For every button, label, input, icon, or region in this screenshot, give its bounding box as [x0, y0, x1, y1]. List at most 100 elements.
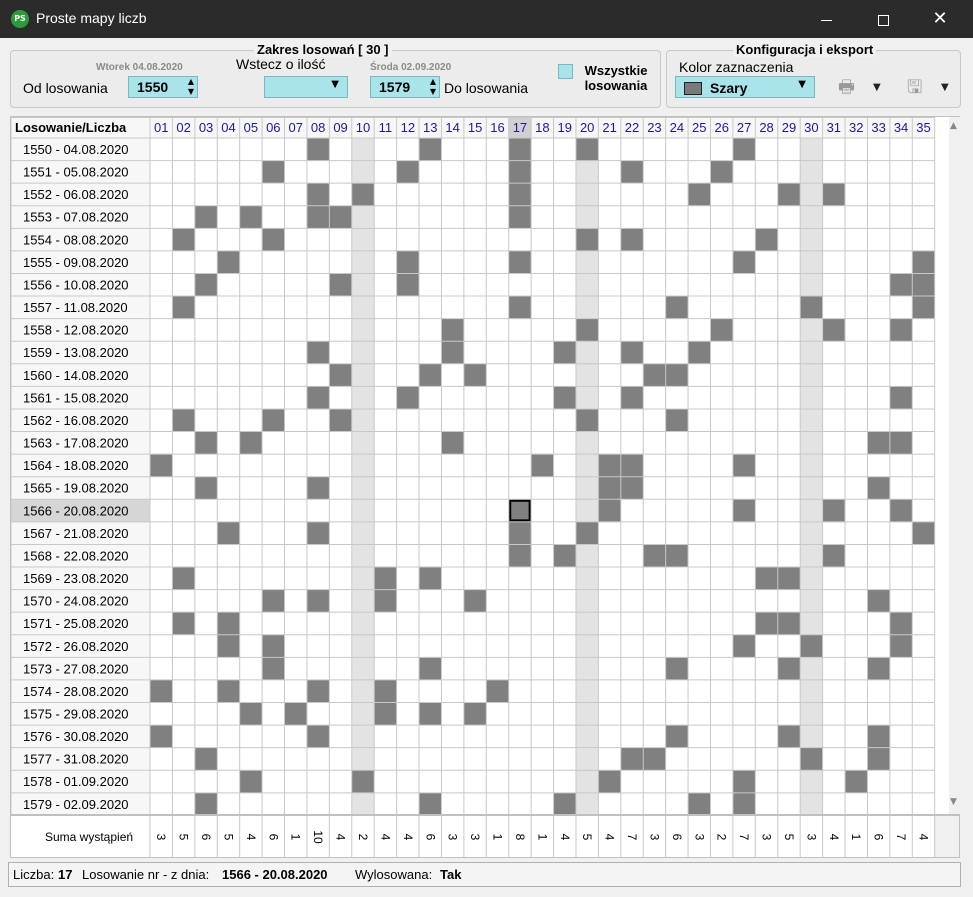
marked-cell[interactable] — [306, 476, 330, 500]
spinner-arrows-icon[interactable]: ▲ ▼ — [430, 77, 436, 97]
marked-cell[interactable] — [194, 747, 218, 771]
marked-cell[interactable] — [643, 544, 666, 568]
marked-cell[interactable] — [643, 747, 666, 771]
marked-cell[interactable] — [531, 454, 554, 477]
marked-cell[interactable] — [575, 138, 599, 161]
numbers-grid[interactable]: Losowanie/Liczba 01 02 03 04 05 06 07 08 09 10 11 12… — [10, 116, 960, 816]
column-header-35[interactable]: 35 — [916, 120, 930, 135]
row-label[interactable]: 1550 - 04.08.2020 — [23, 142, 129, 157]
marked-cell[interactable] — [755, 228, 778, 251]
column-header-11[interactable]: 11 — [379, 120, 393, 135]
marked-cell[interactable] — [665, 363, 689, 387]
marked-cell[interactable] — [845, 770, 868, 793]
marked-cell[interactable] — [306, 341, 330, 364]
marked-cell[interactable] — [194, 476, 218, 500]
marked-cell[interactable] — [867, 657, 890, 680]
marked-cell[interactable] — [755, 612, 778, 635]
marked-cell[interactable] — [665, 408, 689, 432]
print-menu-arrow-icon[interactable]: ▼ — [873, 82, 881, 93]
column-header-27[interactable]: 27 — [737, 120, 751, 135]
column-header-14[interactable]: 14 — [445, 120, 459, 135]
marked-cell[interactable] — [800, 296, 823, 319]
marked-cell[interactable] — [620, 747, 644, 771]
row-label[interactable]: 1557 - 11.08.2020 — [23, 300, 128, 315]
row-label[interactable]: 1560 - 14.08.2020 — [23, 368, 129, 383]
print-button[interactable]: 🖶 — [838, 75, 855, 105]
marked-cell[interactable] — [575, 521, 599, 545]
marked-cell[interactable] — [239, 702, 263, 726]
column-header-22[interactable]: 22 — [625, 120, 639, 135]
marked-cell[interactable] — [306, 205, 330, 229]
marked-cell[interactable] — [351, 183, 375, 206]
column-header-32[interactable]: 32 — [849, 120, 863, 135]
marked-cell[interactable] — [419, 363, 442, 387]
row-label[interactable]: 1556 - 10.08.2020 — [23, 277, 129, 292]
row-label[interactable]: 1554 - 08.08.2020 — [23, 232, 129, 247]
row-label[interactable]: 1562 - 16.08.2020 — [23, 413, 129, 428]
column-header-33[interactable]: 33 — [871, 120, 885, 135]
marked-cell[interactable] — [150, 679, 173, 703]
marked-cell[interactable] — [306, 521, 330, 545]
row-label[interactable]: 1552 - 06.08.2020 — [23, 187, 129, 202]
row-label[interactable]: 1576 - 30.08.2020 — [23, 729, 129, 744]
column-header-28[interactable]: 28 — [759, 120, 773, 135]
row-label[interactable]: 1567 - 21.08.2020 — [23, 526, 129, 541]
marked-cell[interactable] — [889, 386, 913, 409]
marked-cell[interactable] — [374, 589, 397, 613]
row-label[interactable]: 1553 - 07.08.2020 — [23, 210, 129, 225]
marked-cell[interactable] — [710, 160, 733, 184]
marked-cell[interactable] — [217, 634, 240, 658]
column-header-10[interactable]: 10 — [356, 120, 370, 135]
marked-cell[interactable] — [396, 273, 420, 297]
column-header-23[interactable]: 23 — [647, 120, 661, 135]
marked-cell[interactable] — [284, 702, 307, 726]
marked-cell[interactable] — [262, 589, 285, 613]
row-label[interactable]: 1570 - 24.08.2020 — [23, 594, 129, 609]
marked-cell[interactable] — [194, 273, 218, 297]
column-header-08[interactable]: 08 — [311, 120, 325, 135]
marked-cell[interactable] — [419, 792, 442, 816]
row-label[interactable]: 1563 - 17.08.2020 — [23, 436, 129, 451]
marked-cell[interactable] — [777, 612, 801, 635]
marked-cell[interactable] — [441, 341, 464, 364]
row-label[interactable]: 1577 - 31.08.2020 — [23, 752, 129, 767]
marked-cell[interactable] — [508, 160, 532, 184]
marked-cell[interactable] — [912, 273, 935, 297]
column-header-03[interactable]: 03 — [199, 120, 213, 135]
marked-cell[interactable] — [396, 250, 420, 274]
marked-cell[interactable] — [374, 702, 397, 726]
marked-cell[interactable] — [419, 138, 442, 161]
from-draw-spinner[interactable]: 1550 ▲ ▼ — [128, 76, 198, 98]
marked-cell[interactable] — [575, 228, 599, 251]
row-label[interactable]: 1561 - 15.08.2020 — [23, 390, 129, 405]
row-label[interactable]: 1569 - 23.08.2020 — [23, 571, 129, 586]
column-header-13[interactable]: 13 — [423, 120, 437, 135]
column-header-18[interactable]: 18 — [535, 120, 549, 135]
marked-cell[interactable] — [598, 499, 621, 522]
row-label[interactable]: 1578 - 01.09.2020 — [23, 774, 129, 789]
marked-cell[interactable] — [262, 408, 285, 432]
row-label[interactable]: 1565 - 19.08.2020 — [23, 481, 129, 496]
row-label[interactable]: 1559 - 13.08.2020 — [23, 345, 129, 360]
marked-cell[interactable] — [262, 634, 285, 658]
marked-cell[interactable] — [620, 160, 644, 184]
marked-cell[interactable] — [777, 183, 801, 206]
marked-cell[interactable] — [194, 792, 218, 816]
marked-cell[interactable] — [800, 634, 823, 658]
marked-cell[interactable] — [732, 792, 756, 816]
row-label[interactable]: 1575 - 29.08.2020 — [23, 707, 129, 722]
marked-cell[interactable] — [150, 725, 173, 748]
spinner-arrows-icon[interactable]: ▲ ▼ — [188, 77, 194, 97]
marked-cell[interactable] — [867, 431, 890, 455]
column-header-26[interactable]: 26 — [714, 120, 728, 135]
row-label[interactable]: 1568 - 22.08.2020 — [23, 548, 129, 563]
marked-cell[interactable] — [755, 567, 778, 590]
row-label[interactable]: 1573 - 27.08.2020 — [23, 661, 129, 676]
marked-cell[interactable] — [306, 679, 330, 703]
marked-cell[interactable] — [553, 341, 576, 364]
marked-cell[interactable] — [172, 296, 195, 319]
column-header-05[interactable]: 05 — [244, 120, 258, 135]
marked-cell[interactable] — [329, 273, 352, 297]
column-header-02[interactable]: 02 — [176, 120, 190, 135]
row-label[interactable]: 1564 - 18.08.2020 — [23, 458, 129, 473]
